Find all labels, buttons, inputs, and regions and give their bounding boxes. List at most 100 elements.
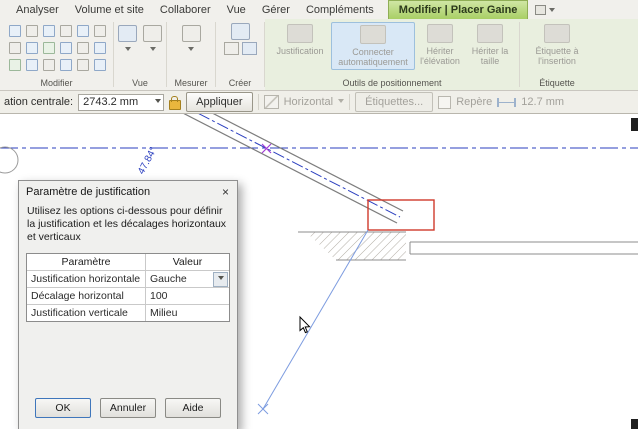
close-icon[interactable]: × xyxy=(217,184,234,199)
tab-vue[interactable]: Vue xyxy=(219,0,254,19)
modify-tool-icon[interactable] xyxy=(7,40,23,56)
inherit-size-icon xyxy=(477,24,503,43)
horizontal-dropdown[interactable]: Horizontal xyxy=(284,96,334,108)
mouse-cursor xyxy=(299,315,311,334)
modify-tool-icon[interactable] xyxy=(92,40,108,56)
modify-tool-icon[interactable] xyxy=(24,23,40,39)
modify-tool-icon[interactable] xyxy=(58,23,74,39)
panel-label-mesurer[interactable]: Mesurer xyxy=(167,78,215,90)
chevron-down-icon xyxy=(188,47,194,54)
create-tool-icon xyxy=(230,23,250,40)
tab-complements[interactable]: Compléments xyxy=(298,0,382,19)
hatch-region xyxy=(306,232,406,260)
options-separator xyxy=(349,94,351,110)
modify-tool-icon[interactable] xyxy=(75,23,91,39)
inherit-elevation-icon xyxy=(427,24,453,43)
modify-tool-icon[interactable] xyxy=(41,57,57,73)
view-tool-button[interactable] xyxy=(143,25,162,54)
panel-label-positionnement[interactable]: Outils de positionnement xyxy=(265,78,519,90)
justification-label: Justification xyxy=(276,46,324,56)
tab-modifier-placer-gaine[interactable]: Modifier | Placer Gaine xyxy=(387,0,529,19)
lock-icon[interactable] xyxy=(169,95,182,110)
drawing-area[interactable]: 47.84° Paramètre de justification × Util… xyxy=(0,114,638,429)
elevation-input[interactable]: 2743.2 mm xyxy=(78,93,165,111)
modify-tool-icon[interactable] xyxy=(92,23,108,39)
chevron-down-icon xyxy=(149,47,156,54)
repere-checkbox[interactable] xyxy=(438,95,452,109)
modify-tool-icon[interactable] xyxy=(7,57,23,73)
panel-mesurer: Mesurer xyxy=(167,19,215,90)
param-name: Décalage horizontal xyxy=(27,288,146,304)
window-edge-strip xyxy=(631,419,638,429)
modify-tool-icon[interactable] xyxy=(24,40,40,56)
connecter-automatiquement-button[interactable]: Connecter automatiquement xyxy=(331,22,415,70)
etiquettes-button[interactable]: Étiquettes... xyxy=(355,92,434,112)
elevation-value: 2743.2 mm xyxy=(83,96,139,108)
modify-tool-icon[interactable] xyxy=(7,23,23,39)
panel-positionnement: Justification Connecter automatiquement … xyxy=(265,19,519,90)
contextual-panels: Justification Connecter automatiquement … xyxy=(265,19,638,90)
param-value-combo[interactable]: Gauche xyxy=(146,271,229,287)
chevron-down-icon xyxy=(217,275,224,283)
heriter-taille-button[interactable]: Hériter la taille xyxy=(465,22,515,68)
panel-label-modifier[interactable]: Modifier xyxy=(0,78,113,90)
grid-bubble xyxy=(0,146,19,174)
create-tool-icon[interactable] xyxy=(241,42,257,55)
view-tool-icon xyxy=(118,25,137,42)
modify-tool-icon[interactable] xyxy=(92,57,108,73)
modify-tool-icon[interactable] xyxy=(58,57,74,73)
heriter-elevation-button[interactable]: Hériter l'élévation xyxy=(415,22,465,68)
panel-label-etiquette[interactable]: Étiquette xyxy=(520,78,594,90)
offset-value[interactable]: 12.7 mm xyxy=(521,96,564,108)
tab-volume-et-site[interactable]: Volume et site xyxy=(67,0,152,19)
view-tool-button[interactable] xyxy=(118,25,137,54)
leader-line xyxy=(262,229,369,410)
create-tool-icon[interactable] xyxy=(223,42,239,55)
modify-tool-icon[interactable] xyxy=(41,23,57,39)
chevron-down-icon xyxy=(124,47,131,54)
modify-tool-icon[interactable] xyxy=(75,57,91,73)
modify-tool-icon[interactable] xyxy=(75,40,91,56)
help-button[interactable]: Aide xyxy=(165,398,221,418)
cancel-button[interactable]: Annuler xyxy=(100,398,156,418)
tab-collaborer[interactable]: Collaborer xyxy=(152,0,219,19)
panel-label-vue[interactable]: Vue xyxy=(114,78,166,90)
tab-gerer[interactable]: Gérer xyxy=(254,0,298,19)
dialog-buttons: OK Annuler Aide xyxy=(19,398,237,429)
dialog-title: Paramètre de justification xyxy=(26,185,151,198)
param-value[interactable]: Milieu xyxy=(146,305,229,321)
measure-tool-button[interactable] xyxy=(181,25,201,54)
panel-label-creer[interactable]: Créer xyxy=(216,78,264,90)
leader-end-x xyxy=(257,403,269,415)
table-row: Décalage horizontal 100 xyxy=(27,288,229,305)
justification-dialog: Paramètre de justification × Utilisez le… xyxy=(18,180,238,429)
header-valeur: Valeur xyxy=(172,256,203,268)
create-tool-button[interactable] xyxy=(216,23,264,40)
combo-dropdown-button[interactable] xyxy=(213,271,228,287)
modify-tool-icon[interactable] xyxy=(24,57,40,73)
panel-modifier: Modifier xyxy=(0,19,113,90)
justification-icon xyxy=(287,24,313,43)
justification-button[interactable]: Justification xyxy=(269,22,331,58)
modify-tool-icon[interactable] xyxy=(41,40,57,56)
apply-button[interactable]: Appliquer xyxy=(186,92,253,112)
inherit-size-label: Hériter la taille xyxy=(471,46,509,66)
options-separator xyxy=(257,94,259,110)
param-value[interactable]: 100 xyxy=(146,288,229,304)
connect-auto-label: Connecter automatiquement xyxy=(338,47,408,67)
measure-tool-icon xyxy=(181,25,201,42)
panel-creer: Créer xyxy=(216,19,264,90)
tag-on-placement-label: Étiquette à l'insertion xyxy=(535,46,579,66)
window-edge-strip xyxy=(631,118,638,131)
justification-table: Paramètre Valeur Justification horizonta… xyxy=(26,253,230,322)
chevron-down-icon xyxy=(155,98,162,106)
tab-analyser[interactable]: Analyser xyxy=(8,0,67,19)
chevron-down-icon xyxy=(549,7,556,15)
etiquette-insertion-button[interactable]: Étiquette à l'insertion xyxy=(524,22,590,68)
ok-button[interactable]: OK xyxy=(35,398,91,418)
ribbon-state-icon xyxy=(535,4,547,15)
panel-vue: Vue xyxy=(114,19,166,90)
ribbon-display-toggle[interactable] xyxy=(528,0,562,19)
dialog-titlebar[interactable]: Paramètre de justification × xyxy=(19,181,237,202)
modify-tool-icon[interactable] xyxy=(58,40,74,56)
